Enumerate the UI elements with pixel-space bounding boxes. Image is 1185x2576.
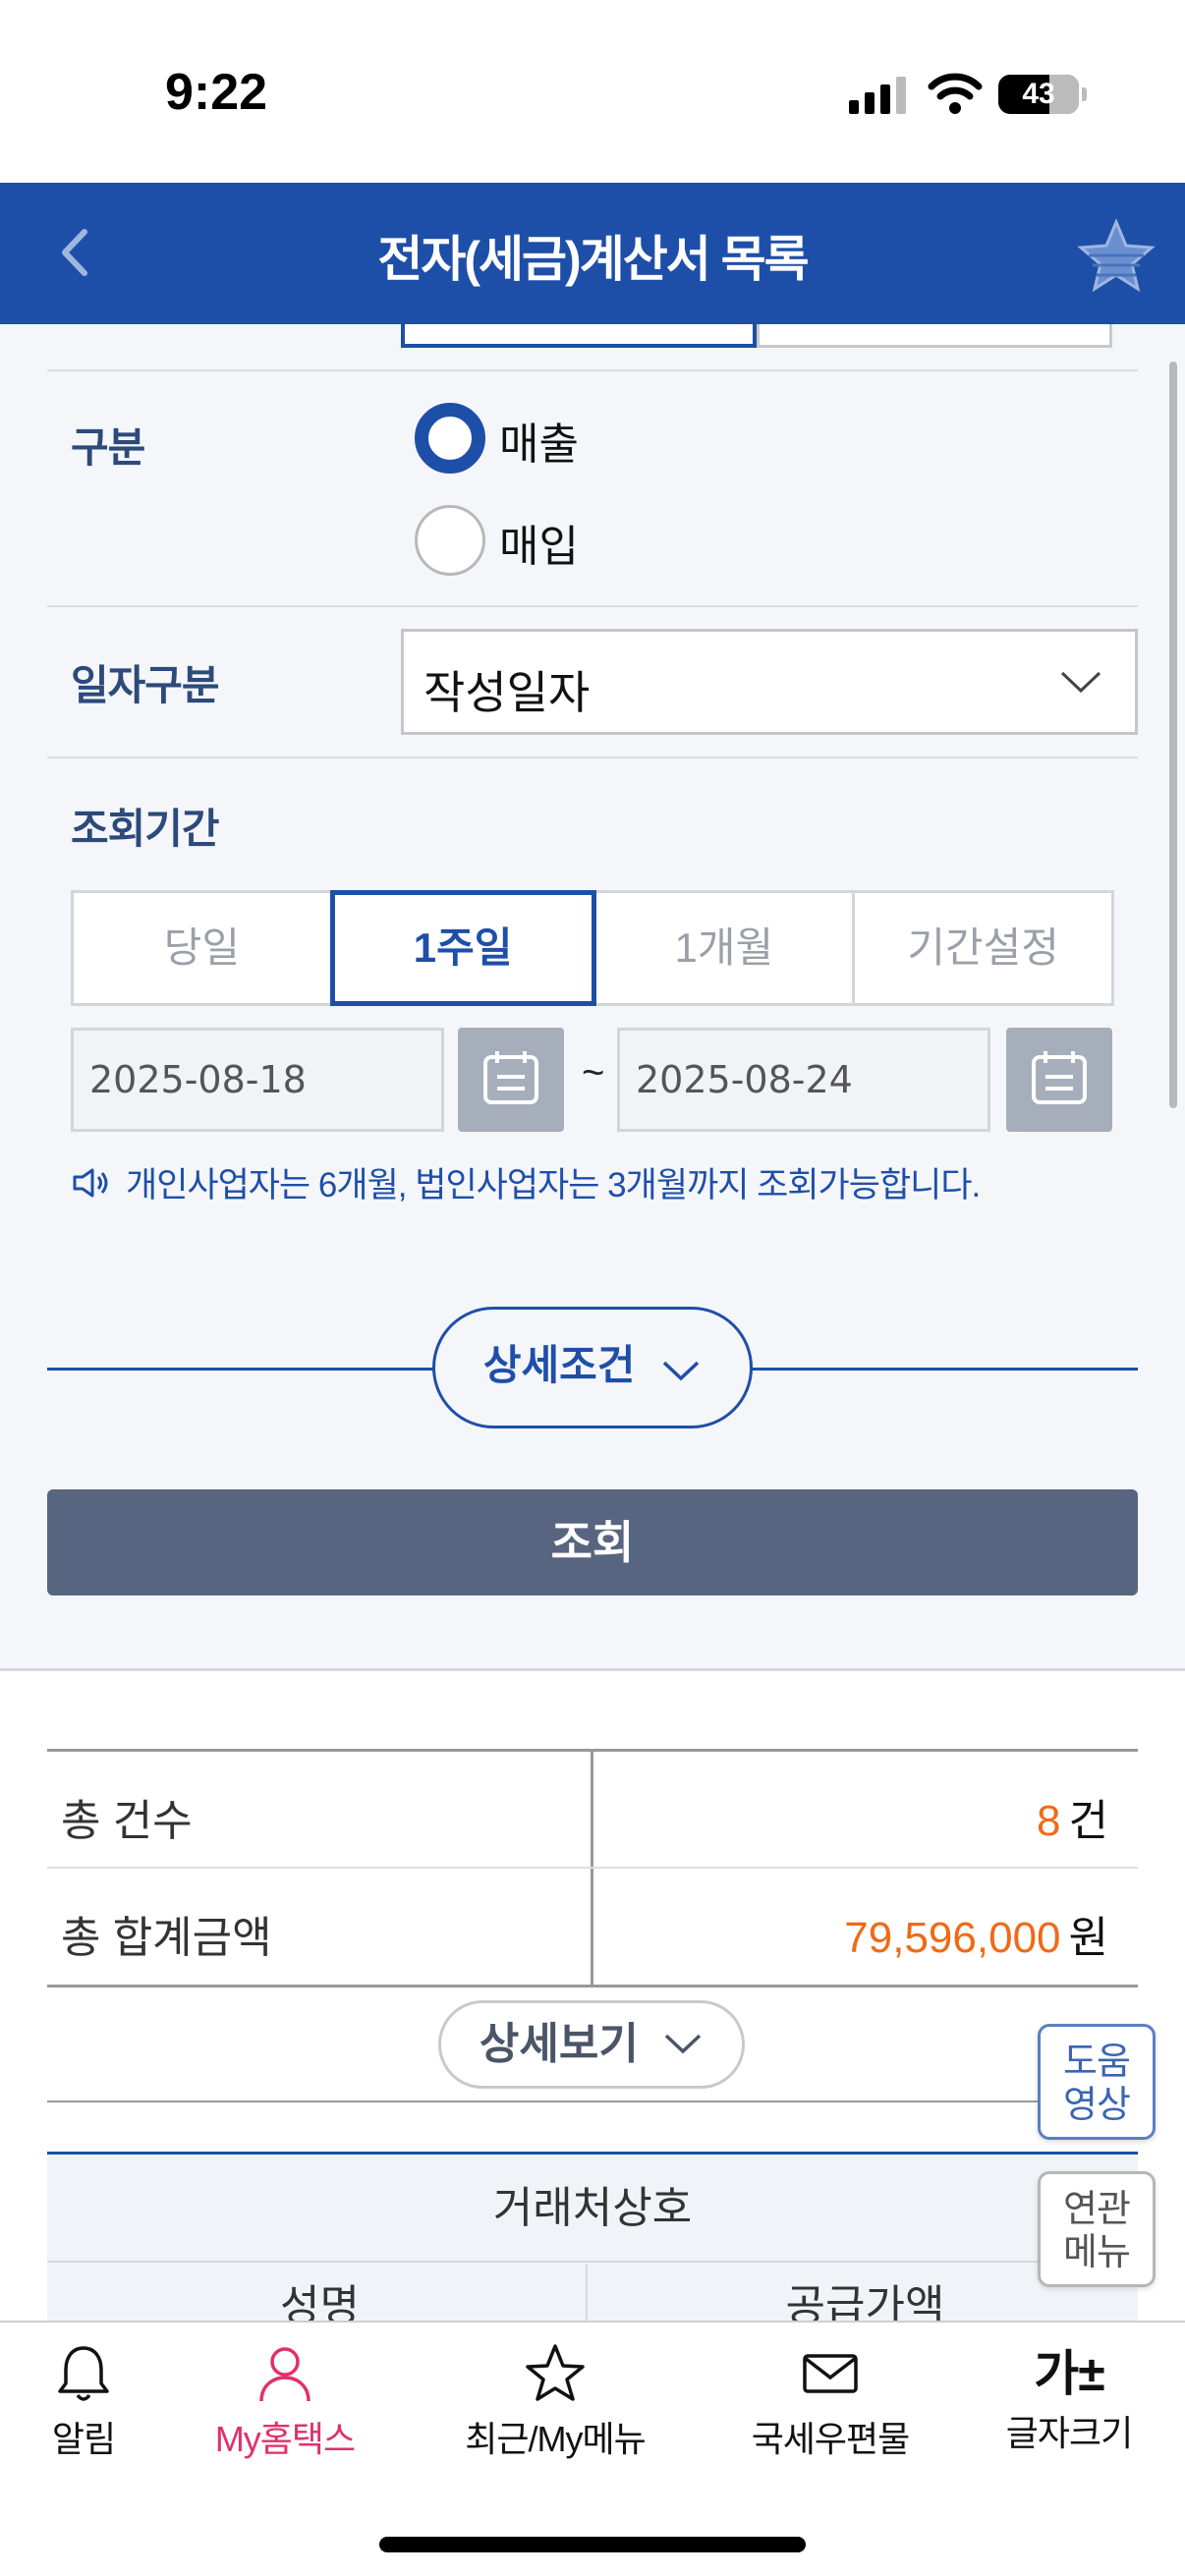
related-menu-label-2: 메뉴 — [1063, 2232, 1131, 2273]
detail-view-divider — [47, 2100, 1138, 2102]
top-tab-inactive[interactable] — [757, 324, 1112, 348]
nav-font-size-label: 글자크기 — [1005, 2413, 1133, 2453]
total-amount-unit: 원 — [1068, 1914, 1108, 1962]
top-tab-active[interactable] — [401, 324, 757, 348]
battery-level: 43 — [1022, 78, 1055, 110]
home-indicator — [379, 2537, 806, 2552]
total-count-value-cell: 8건 — [1037, 1785, 1108, 1848]
favorite-star-button[interactable] — [1077, 218, 1156, 293]
period-tab-week[interactable]: 1주일 — [329, 890, 596, 1006]
section-divider — [0, 1668, 1185, 1671]
scrollbar[interactable] — [1169, 362, 1177, 1108]
column-divider — [591, 1869, 593, 1987]
nav-tax-mail-label: 국세우편물 — [751, 2419, 911, 2459]
app-header: 전자(세금)계산서 목록 — [0, 183, 1185, 324]
radio-purchase-label[interactable]: 매입 — [499, 511, 579, 574]
status-bar: 9:22 43 — [0, 0, 1185, 183]
divider — [47, 369, 1138, 371]
related-menu-button[interactable]: 연관 메뉴 — [1038, 2171, 1156, 2287]
signal-icon — [849, 77, 908, 114]
list-header: 거래처상호 성명 공급가액 — [47, 2152, 1138, 2330]
help-video-button[interactable]: 도움 영상 — [1038, 2024, 1156, 2140]
period-label: 조회기간 — [71, 806, 220, 852]
total-amount-value: 79,596,000 — [844, 1914, 1061, 1962]
divider — [47, 605, 1138, 607]
nav-my-hometax[interactable]: My홈택스 — [206, 2342, 364, 2462]
start-calendar-button[interactable] — [458, 1028, 564, 1132]
nav-alarm-label: 알림 — [51, 2419, 116, 2459]
chevron-down-icon — [664, 2035, 702, 2054]
detail-view-button[interactable]: 상세보기 — [438, 2000, 745, 2089]
date-range-separator: ~ — [582, 1051, 605, 1094]
total-amount-label: 총 합계금액 — [61, 1914, 272, 1962]
speaker-icon — [73, 1168, 108, 1198]
nav-recent-my-menu-label: 최근/My메뉴 — [465, 2419, 646, 2459]
calendar-icon — [1032, 1051, 1087, 1104]
end-date-input[interactable]: 2025-08-24 — [617, 1028, 990, 1132]
start-date-input[interactable]: 2025-08-18 — [71, 1028, 444, 1132]
type-label: 구분 — [71, 424, 145, 471]
detail-view-label: 상세보기 — [479, 2020, 639, 2068]
summary-row-amount: 총 합계금액 79,596,000 원 — [47, 1867, 1138, 1987]
wifi-icon — [928, 73, 983, 114]
help-video-label-2: 영상 — [1063, 2085, 1131, 2126]
calendar-icon — [483, 1051, 538, 1104]
font-size-icon: 가± — [1034, 2346, 1104, 2401]
star-icon — [526, 2344, 585, 2401]
mail-icon — [803, 2354, 858, 2393]
period-notice: 개인사업자는 6개월, 법인사업자는 3개월까지 조회가능합니다. — [126, 1166, 981, 1204]
divider — [47, 756, 1138, 758]
radio-purchase[interactable] — [415, 505, 485, 576]
summary-bottom-border — [47, 1985, 1138, 1988]
period-tab-today[interactable]: 당일 — [71, 890, 333, 1006]
related-menu-label-1: 연관 — [1063, 2189, 1131, 2230]
battery-icon: 43 — [998, 75, 1087, 114]
nav-font-size[interactable]: 가± 글자크기 — [998, 2342, 1140, 2456]
date-type-value: 작성일자 — [423, 667, 591, 718]
total-amount-value-cell: 79,596,000 원 — [844, 1902, 1108, 1965]
date-type-select[interactable]: 작성일자 — [401, 629, 1138, 735]
total-count-value: 8 — [1037, 1797, 1061, 1845]
period-tabs: 당일 1주일 1개월 기간설정 — [71, 890, 1114, 1006]
radio-sales[interactable] — [415, 403, 485, 474]
nav-recent-my-menu[interactable]: 최근/My메뉴 — [452, 2342, 658, 2462]
detail-conditions-label: 상세조건 — [482, 1341, 636, 1388]
chevron-down-icon — [1060, 671, 1101, 694]
date-type-label: 일자구분 — [71, 662, 220, 708]
end-calendar-button[interactable] — [1006, 1028, 1112, 1132]
bell-icon — [58, 2346, 109, 2401]
nav-tax-mail[interactable]: 국세우편물 — [743, 2342, 918, 2462]
nav-my-hometax-label: My홈택스 — [214, 2419, 356, 2459]
radio-sales-label[interactable]: 매출 — [499, 409, 579, 472]
period-tab-custom[interactable]: 기간설정 — [852, 890, 1114, 1006]
chevron-down-icon — [662, 1361, 700, 1381]
page-title: 전자(세금)계산서 목록 — [377, 232, 809, 287]
period-tab-month[interactable]: 1개월 — [592, 890, 856, 1006]
total-count-unit: 건 — [1068, 1797, 1108, 1845]
status-time: 9:22 — [165, 64, 268, 121]
search-form: 구분 매출 매입 일자구분 작성일자 조회기간 당일 1주일 1개월 기간설정 … — [0, 324, 1185, 1670]
total-count-label: 총 건수 — [61, 1797, 193, 1845]
person-icon — [259, 2347, 310, 2402]
help-video-label-1: 도움 — [1063, 2042, 1131, 2083]
search-button[interactable]: 조회 — [47, 1489, 1138, 1596]
col-partner-name: 거래처상호 — [47, 2155, 1138, 2263]
nav-alarm[interactable]: 알림 — [39, 2342, 128, 2462]
summary-row-count: 총 건수 8건 — [47, 1749, 1138, 1870]
column-divider — [586, 2265, 588, 2324]
summary-table: 총 건수 8건 총 합계금액 79,596,000 원 — [47, 1749, 1138, 1987]
detail-conditions-button[interactable]: 상세조건 — [432, 1307, 753, 1428]
column-divider — [591, 1752, 593, 1870]
